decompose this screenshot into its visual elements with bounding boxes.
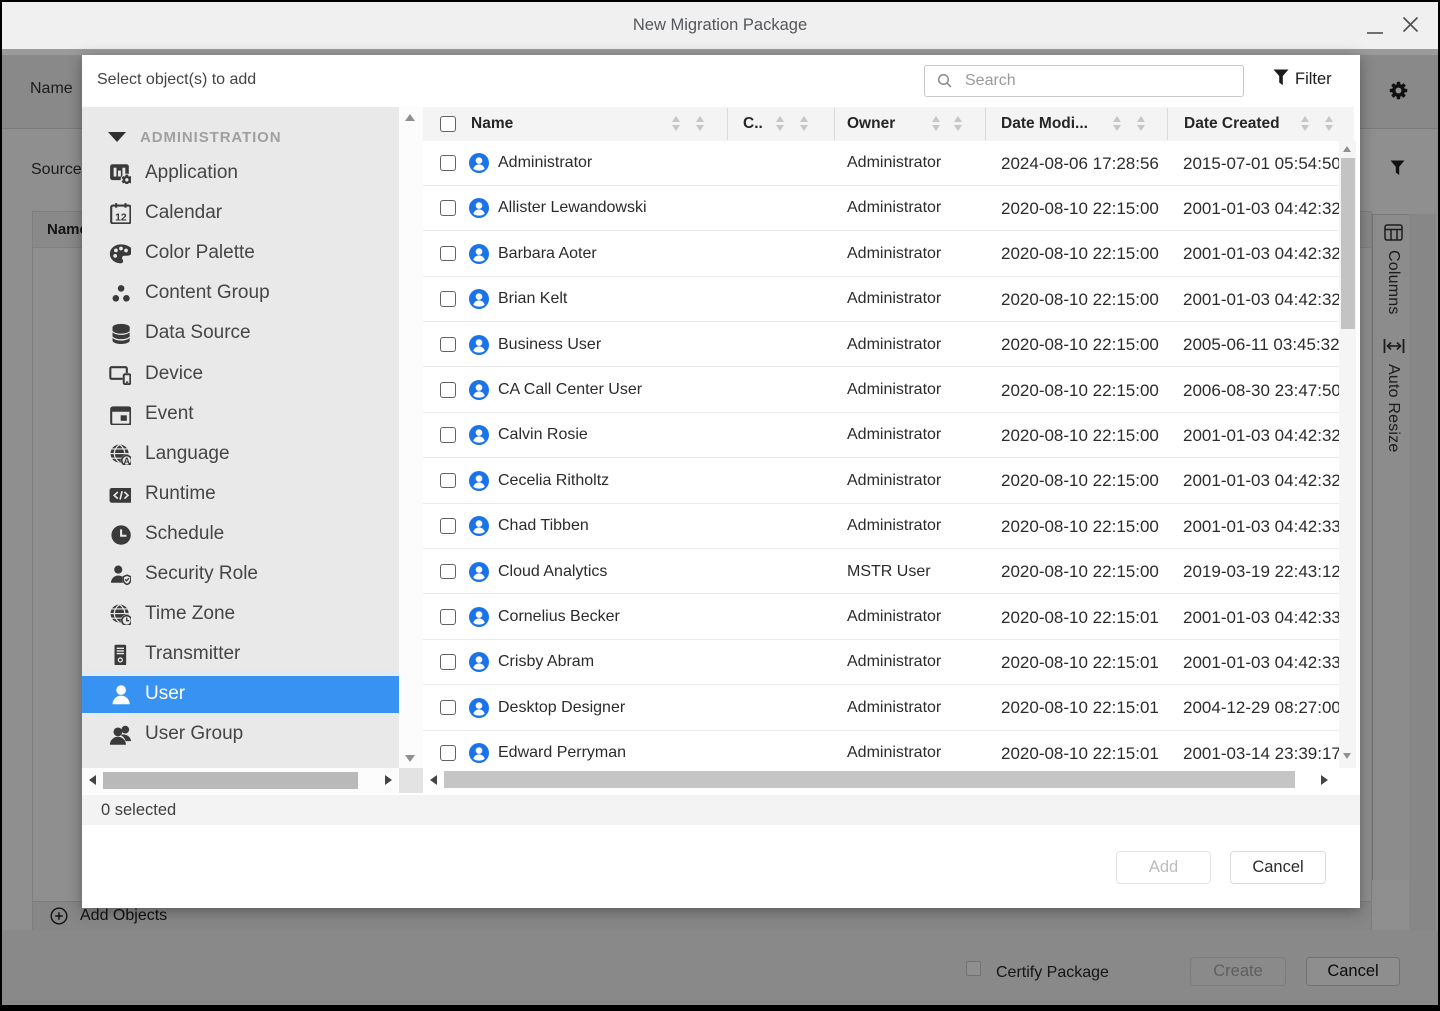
- svg-text:12: 12: [115, 212, 127, 223]
- svg-text:A: A: [123, 456, 130, 465]
